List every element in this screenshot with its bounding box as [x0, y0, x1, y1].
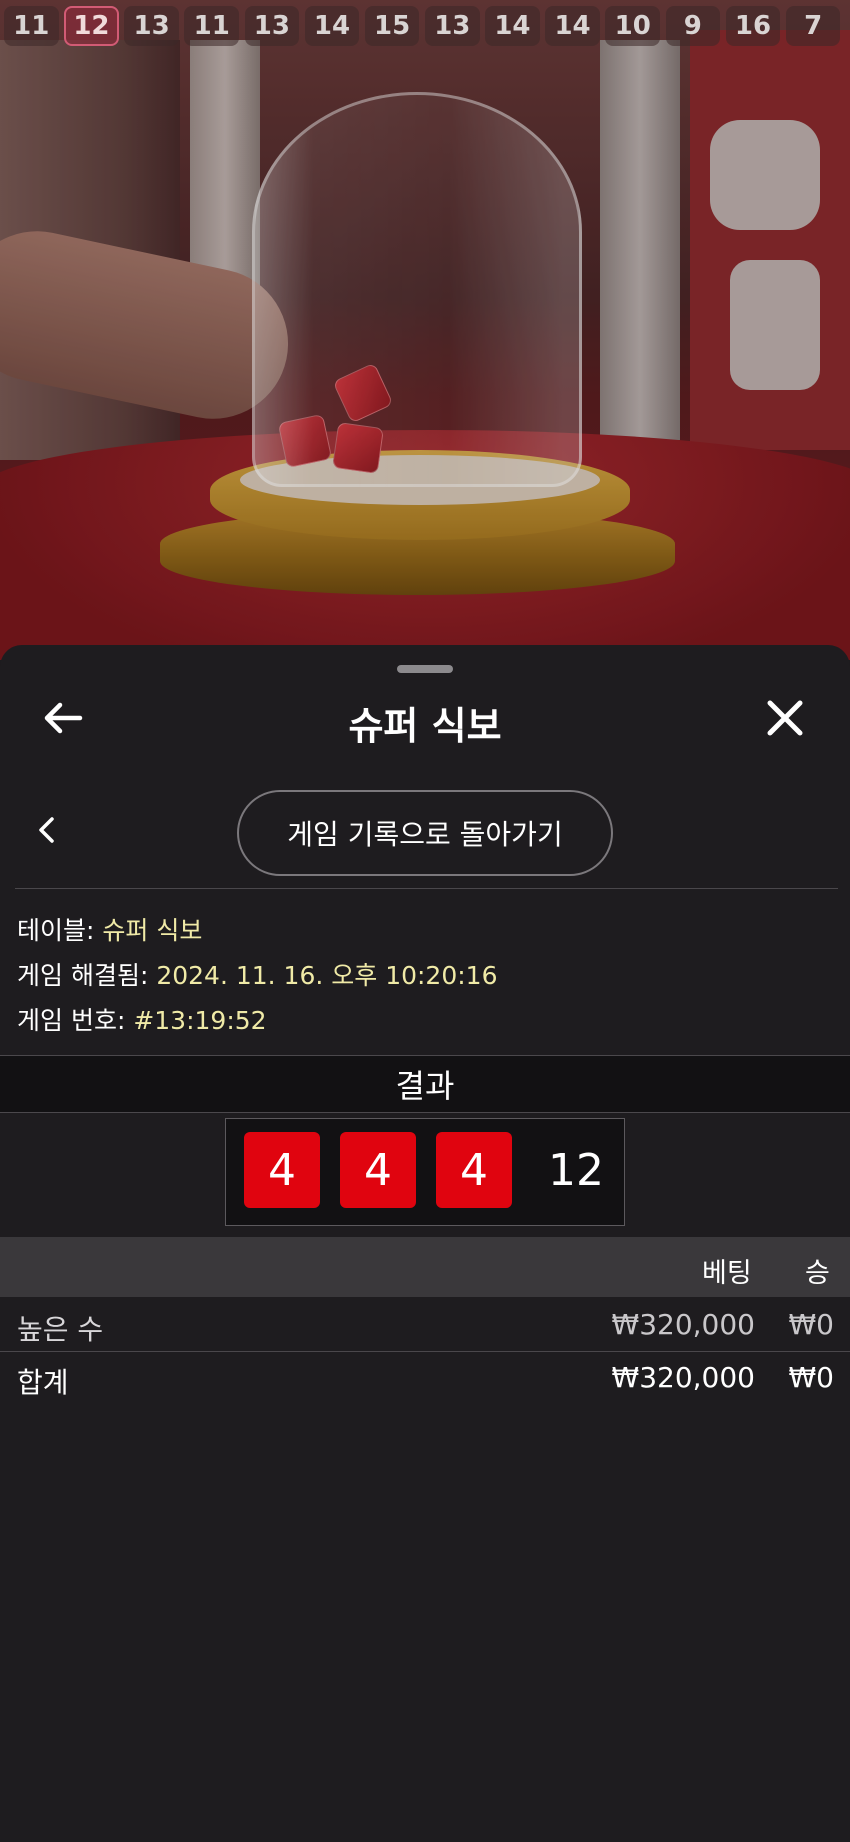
sheet-grabber[interactable]: [397, 665, 453, 673]
history-result-cell: 12: [64, 6, 119, 46]
total-label: 합계: [17, 1366, 69, 1399]
total-win: ₩0: [788, 1361, 835, 1394]
table-info: 테이블: 슈퍼 식보: [17, 911, 202, 947]
history-result-cell: 15: [364, 6, 420, 46]
close-icon[interactable]: [762, 695, 808, 741]
game-number-value: #13:19:52: [133, 1006, 267, 1035]
history-result-cell: 13: [425, 6, 480, 46]
game-detail-sheet: 슈퍼 식보 게임 기록으로 돌아가기 테이블: 슈퍼 식보 게임 해결됨: 20…: [0, 645, 850, 1842]
bets-table-header: 베팅 승: [0, 1237, 850, 1297]
die-result-2: 4: [340, 1132, 416, 1208]
bet-name: 높은 수: [17, 1313, 104, 1346]
result-heading-text: 결과: [395, 1067, 455, 1105]
resolved-label: 게임 해결됨:: [17, 961, 157, 990]
result-heading: 결과: [0, 1055, 850, 1113]
game-number-label: 게임 번호:: [17, 1006, 134, 1035]
history-result-cell: 14: [485, 6, 540, 46]
dice-result-box: 4 4 4 12: [225, 1118, 625, 1226]
history-result-cell: 14: [545, 6, 600, 46]
column-win: 승: [805, 1258, 830, 1289]
results-history-strip: 11 12 13 11 13 14 15 13 14 14 10 9 16 7: [0, 0, 850, 50]
game-number-info: 게임 번호: #13:19:52: [17, 1001, 267, 1037]
dice-total: 12: [548, 1144, 604, 1196]
table-value: 슈퍼 식보: [102, 916, 203, 945]
bet-amount: ₩320,000: [611, 1308, 755, 1341]
resolved-info: 게임 해결됨: 2024. 11. 16. 오후 10:20:16: [17, 956, 497, 992]
history-result-cell: 16: [725, 6, 781, 46]
history-result-cell: 7: [785, 6, 841, 46]
history-result-cell: 13: [244, 6, 300, 46]
table-row: 높은 수 ₩320,000 ₩0: [0, 1298, 850, 1351]
win-amount: ₩0: [788, 1308, 835, 1341]
resolved-value: 2024. 11. 16. 오후 10:20:16: [156, 961, 498, 990]
history-result-cell: 13: [124, 6, 179, 46]
history-result-cell: 9: [665, 6, 721, 46]
back-to-history-button[interactable]: 게임 기록으로 돌아가기: [237, 790, 613, 876]
die-result-1: 4: [244, 1132, 320, 1208]
chevron-left-icon[interactable]: [30, 813, 64, 847]
total-bet: ₩320,000: [611, 1361, 755, 1394]
die-result-3: 4: [436, 1132, 512, 1208]
divider: [15, 888, 838, 889]
column-bet: 베팅: [702, 1258, 752, 1289]
history-result-cell: 14: [304, 6, 360, 46]
table-label: 테이블:: [17, 916, 103, 945]
history-result-cell: 11: [184, 6, 239, 46]
sheet-title: 슈퍼 식보: [348, 704, 502, 748]
total-row: 합계 ₩320,000 ₩0: [0, 1351, 850, 1404]
history-result-cell: 11: [4, 6, 59, 46]
live-video-feed: [0, 0, 850, 660]
history-result-cell: 10: [605, 6, 660, 46]
